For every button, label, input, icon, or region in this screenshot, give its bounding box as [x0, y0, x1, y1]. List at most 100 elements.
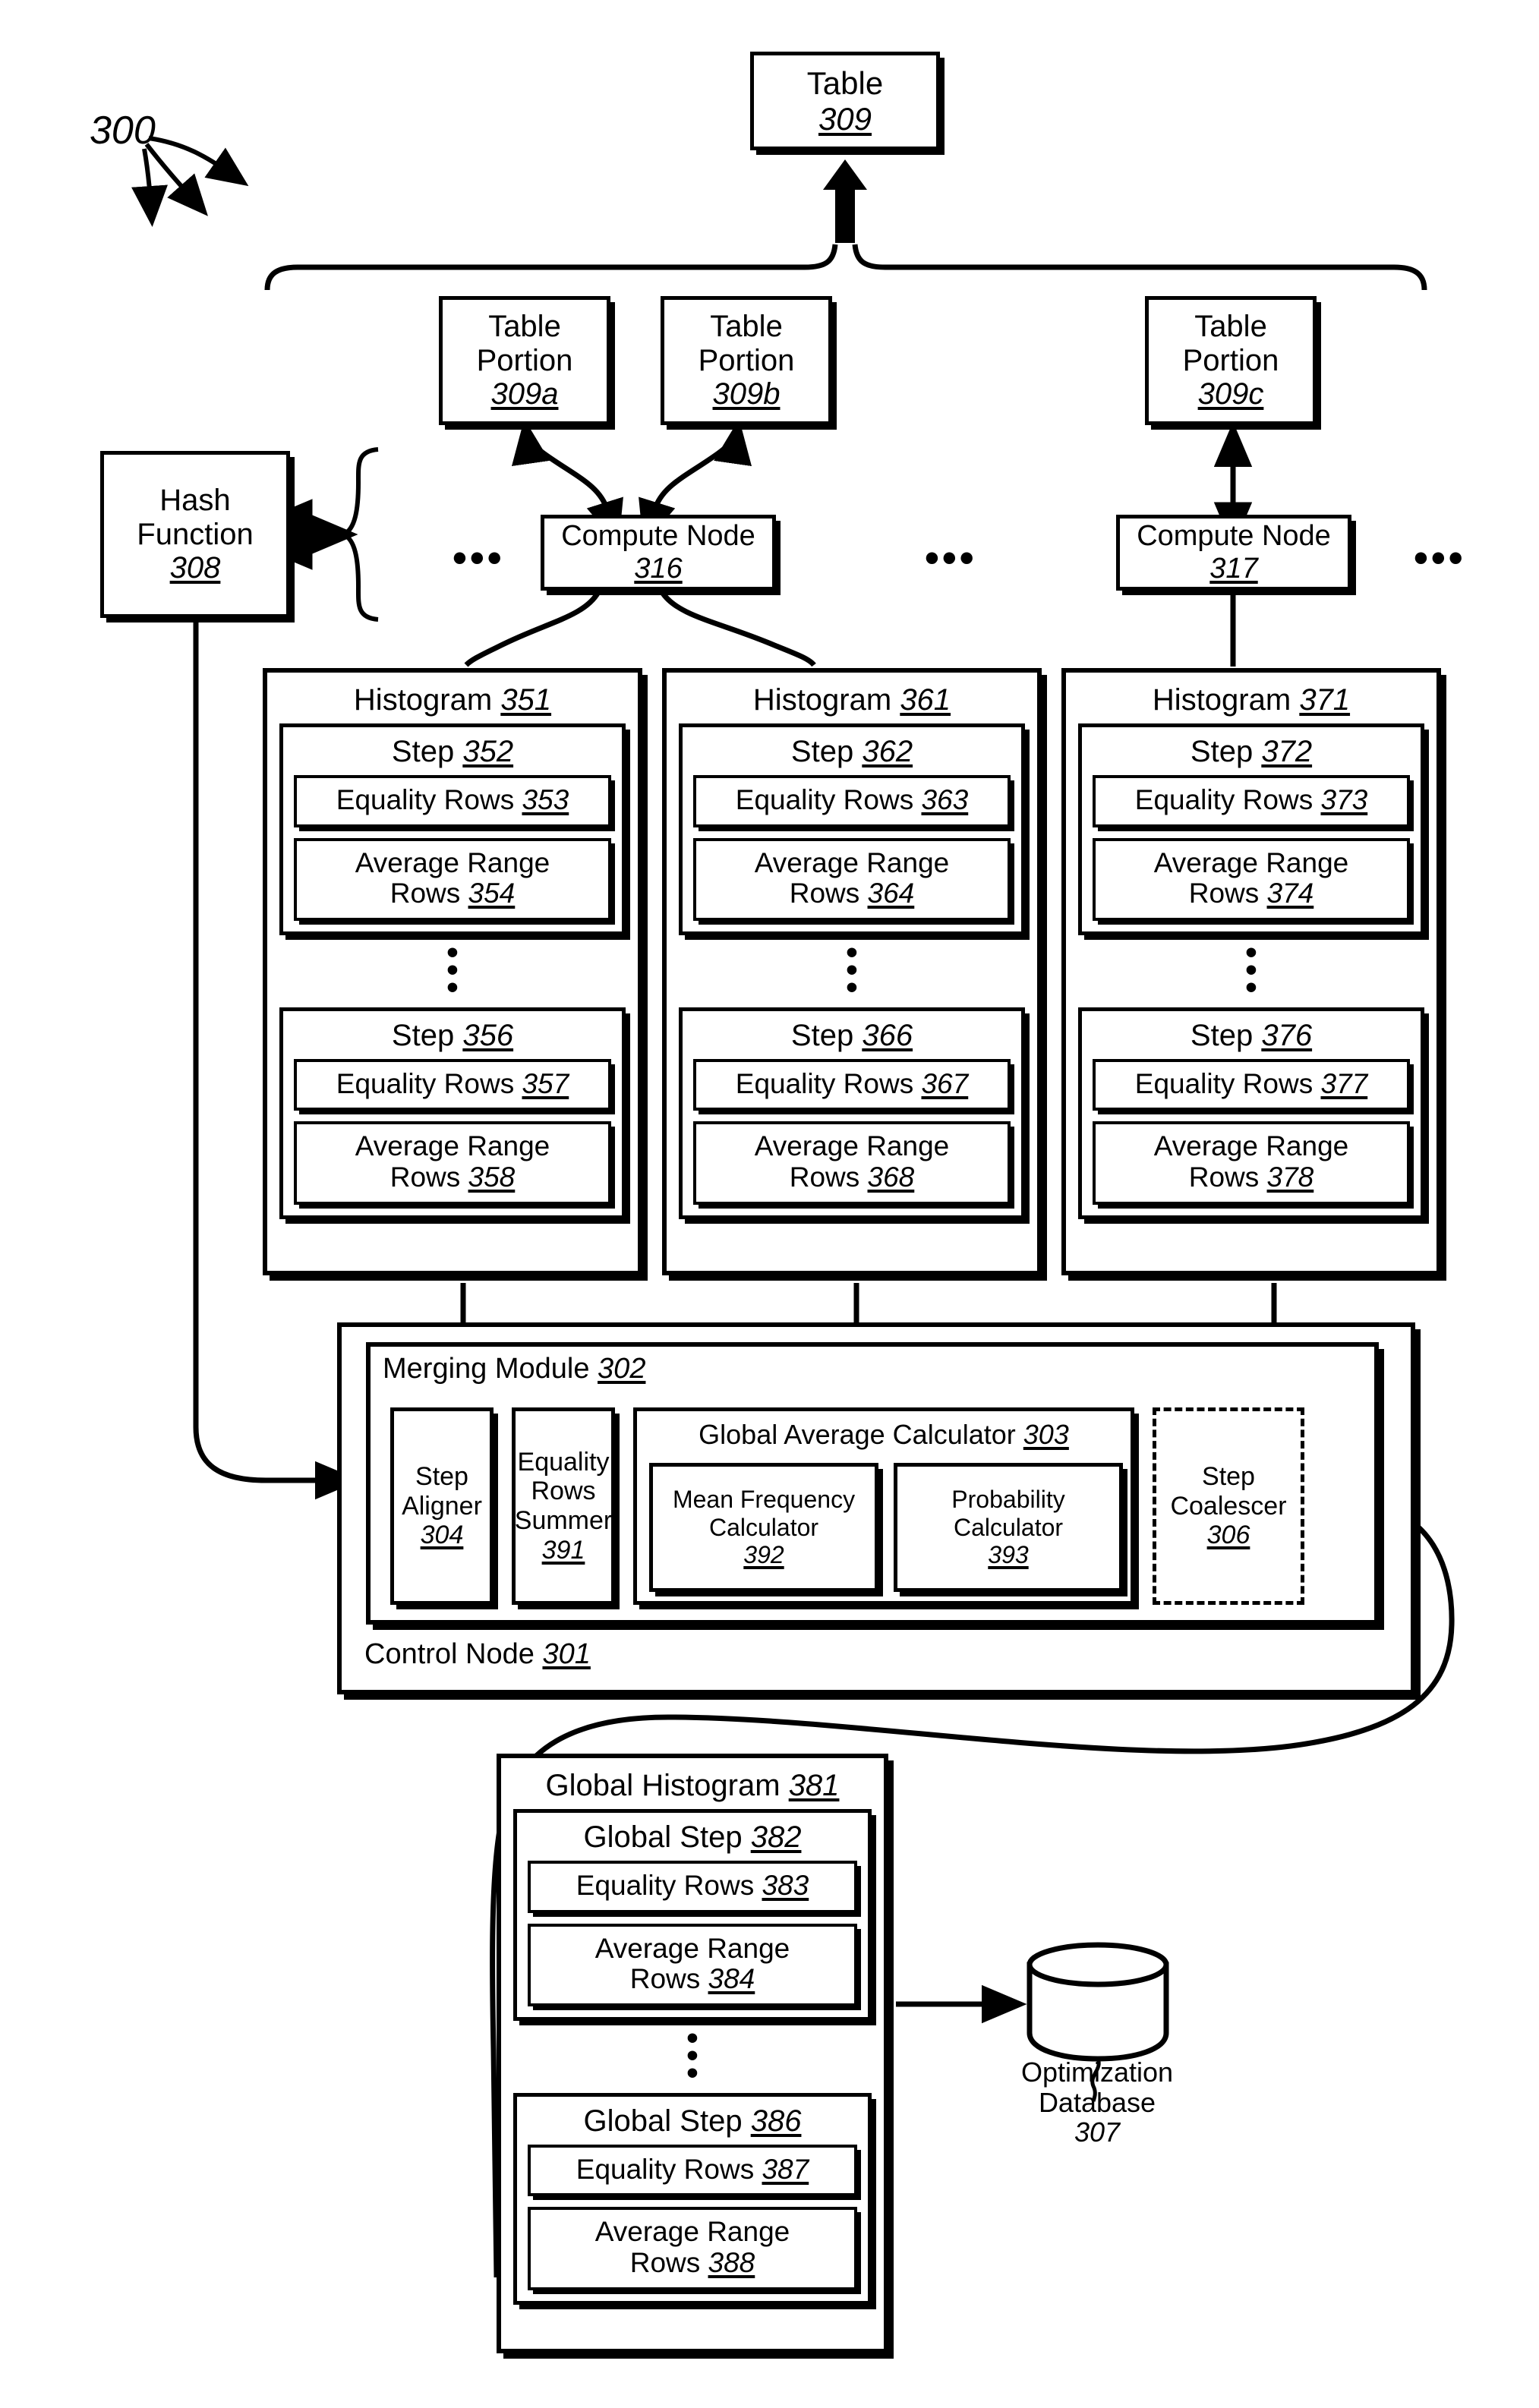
- average-range-rows-box[interactable]: Average Range Rows 354: [294, 837, 611, 922]
- step-title-text: Step: [1190, 735, 1254, 768]
- compute-node-brace: [336, 447, 379, 622]
- average-range-rows-label-line2: Rows: [629, 2247, 701, 2279]
- histogram-361[interactable]: Histogram 361 Step 362 Equality Rows 363…: [662, 668, 1042, 1275]
- average-range-rows-box[interactable]: Average Range Rows 384: [528, 1923, 857, 2007]
- table-portion-label-line2: Portion: [476, 343, 573, 377]
- equality-rows-label: Equality Rows: [336, 1067, 515, 1099]
- compute-node-316[interactable]: Compute Node 316: [541, 515, 776, 591]
- average-range-rows-label-line1: Average Range: [754, 846, 950, 878]
- table-portion-309c[interactable]: Table Portion 309c: [1145, 296, 1317, 425]
- equality-rows-box[interactable]: Equality Rows 387: [528, 2144, 857, 2197]
- average-range-rows-box[interactable]: Average Range Rows 358: [294, 1121, 611, 1205]
- control-node-301[interactable]: Merging Module 302 Step Aligner 304 Equa…: [337, 1322, 1415, 1694]
- global-step-box[interactable]: Global Step 386 Equality Rows 387 Averag…: [513, 2092, 872, 2305]
- probability-calculator-393[interactable]: Probability Calculator 393: [894, 1463, 1123, 1592]
- arrow-to-table: [823, 159, 867, 243]
- equality-rows-label: Equality Rows: [735, 1067, 914, 1099]
- histogram-351[interactable]: Histogram 351 Step 352 Equality Rows 353…: [263, 668, 642, 1275]
- table-portion-label-line1: Table: [710, 309, 783, 343]
- equality-rows-box[interactable]: Equality Rows 363: [693, 775, 1011, 827]
- control-node-title: Control Node 301: [364, 1638, 591, 1671]
- global-step-title: Global Step 382: [528, 1820, 857, 1861]
- equality-rows-box[interactable]: Equality Rows 357: [294, 1058, 611, 1111]
- global-step-title-text: Global Step: [583, 1820, 743, 1854]
- equality-rows-summer-ref: 391: [541, 1535, 585, 1565]
- mean-frequency-calculator-label-line1: Mean Frequency: [672, 1486, 856, 1514]
- mean-frequency-calculator-label-line2: Calculator: [708, 1513, 819, 1541]
- histogram-ref: 351: [500, 683, 552, 717]
- step-ref: 362: [862, 735, 913, 768]
- equality-rows-box[interactable]: Equality Rows 367: [693, 1058, 1011, 1111]
- global-histogram-381[interactable]: Global Histogram 381 Global Step 382 Equ…: [497, 1754, 888, 2353]
- histogram-title-text: Histogram: [752, 683, 892, 717]
- table-label: Table: [806, 65, 884, 101]
- compute-node-317[interactable]: Compute Node 317: [1116, 515, 1351, 591]
- hash-function-308[interactable]: Hash Function 308: [100, 451, 290, 618]
- equality-rows-box[interactable]: Equality Rows 377: [1093, 1058, 1410, 1111]
- table-portion-309a[interactable]: Table Portion 309a: [439, 296, 610, 425]
- vertical-ellipsis: • • •: [686, 2019, 699, 2091]
- step-coalescer-label-line1: Step: [1202, 1461, 1255, 1491]
- table-ref: 309: [818, 101, 872, 137]
- global-average-calculator-ref: 303: [1023, 1419, 1069, 1450]
- equality-rows-summer-label-line1: Equality: [517, 1447, 610, 1477]
- table-portion-label-line1: Table: [1194, 309, 1267, 343]
- hash-function-label-line2: Function: [137, 517, 254, 551]
- step-aligner-304[interactable]: Step Aligner 304: [390, 1407, 494, 1605]
- average-range-rows-label-line1: Average Range: [594, 1932, 790, 1964]
- average-range-rows-label-line2: Rows: [1188, 878, 1260, 909]
- global-step-box[interactable]: Global Step 382 Equality Rows 383 Averag…: [513, 1809, 872, 2022]
- equality-rows-summer-391[interactable]: Equality Rows Summer 391: [512, 1407, 615, 1605]
- equality-rows-box[interactable]: Equality Rows 373: [1093, 775, 1410, 827]
- compute-node-ref: 316: [634, 553, 683, 585]
- average-range-rows-label-line2: Rows: [389, 1161, 461, 1193]
- equality-rows-box[interactable]: Equality Rows 383: [528, 1861, 857, 1913]
- merging-module-302[interactable]: Merging Module 302 Step Aligner 304 Equa…: [366, 1342, 1379, 1625]
- average-range-rows-label-line1: Average Range: [1153, 846, 1349, 878]
- vertical-ellipsis: • • •: [446, 934, 459, 1006]
- equality-rows-ref: 383: [762, 1870, 809, 1901]
- step-box[interactable]: Step 356 Equality Rows 357 Average Range…: [279, 1007, 626, 1219]
- average-range-rows-box[interactable]: Average Range Rows 388: [528, 2207, 857, 2290]
- mean-frequency-calculator-392[interactable]: Mean Frequency Calculator 392: [649, 1463, 878, 1592]
- table-309-box[interactable]: Table 309: [750, 52, 940, 150]
- step-title-text: Step: [391, 735, 455, 768]
- step-aligner-label-line1: Step: [415, 1461, 468, 1491]
- step-box[interactable]: Step 362 Equality Rows 363 Average Range…: [679, 723, 1025, 936]
- average-range-rows-box[interactable]: Average Range Rows 364: [693, 837, 1011, 922]
- step-coalescer-306[interactable]: Step Coalescer 306: [1153, 1407, 1304, 1605]
- step-aligner-label-line2: Aligner: [402, 1491, 482, 1521]
- table-portion-309b[interactable]: Table Portion 309b: [661, 296, 832, 425]
- histogram-ref: 361: [900, 683, 951, 717]
- global-average-calculator-303[interactable]: Global Average Calculator 303 Mean Frequ…: [633, 1407, 1134, 1605]
- average-range-rows-box[interactable]: Average Range Rows 368: [693, 1121, 1011, 1205]
- step-title-text: Step: [790, 1018, 854, 1052]
- average-range-rows-ref: 368: [867, 1161, 915, 1193]
- step-ref: 376: [1261, 1018, 1313, 1052]
- step-box[interactable]: Step 366 Equality Rows 367 Average Range…: [679, 1007, 1025, 1219]
- average-range-rows-box[interactable]: Average Range Rows 378: [1093, 1121, 1410, 1205]
- optimization-database-ref: 307: [1074, 2116, 1121, 2148]
- compute-node-ref: 317: [1209, 553, 1258, 585]
- control-node-title-text: Control Node: [364, 1638, 535, 1670]
- step-box[interactable]: Step 376 Equality Rows 377 Average Range…: [1078, 1007, 1424, 1219]
- equality-rows-label: Equality Rows: [1134, 1067, 1314, 1099]
- step-box[interactable]: Step 352 Equality Rows 353 Average Range…: [279, 723, 626, 936]
- table-portion-ref: 309c: [1197, 377, 1264, 411]
- optimization-database-label-line2: Database: [1038, 2086, 1156, 2118]
- histogram-371[interactable]: Histogram 371 Step 372 Equality Rows 373…: [1061, 668, 1441, 1275]
- merging-module-title-text: Merging Module: [383, 1353, 590, 1385]
- compute-node-label: Compute Node: [1137, 520, 1331, 553]
- mean-frequency-calculator-ref: 392: [743, 1541, 784, 1569]
- equality-rows-box[interactable]: Equality Rows 353: [294, 775, 611, 827]
- step-title: Step 356: [294, 1019, 611, 1059]
- control-node-ref: 301: [542, 1638, 591, 1670]
- patent-figure-canvas: 300 Table 309 Table Portion 309a Table P…: [0, 0, 1539, 2408]
- table-portion-ref: 309a: [490, 377, 559, 411]
- histogram-title: Histogram 361: [667, 673, 1037, 723]
- equality-rows-label: Equality Rows: [576, 2153, 755, 2185]
- probability-calculator-label-line2: Calculator: [953, 1513, 1064, 1541]
- average-range-rows-box[interactable]: Average Range Rows 374: [1093, 837, 1410, 922]
- step-box[interactable]: Step 372 Equality Rows 373 Average Range…: [1078, 723, 1424, 936]
- average-range-rows-label-line1: Average Range: [355, 846, 550, 878]
